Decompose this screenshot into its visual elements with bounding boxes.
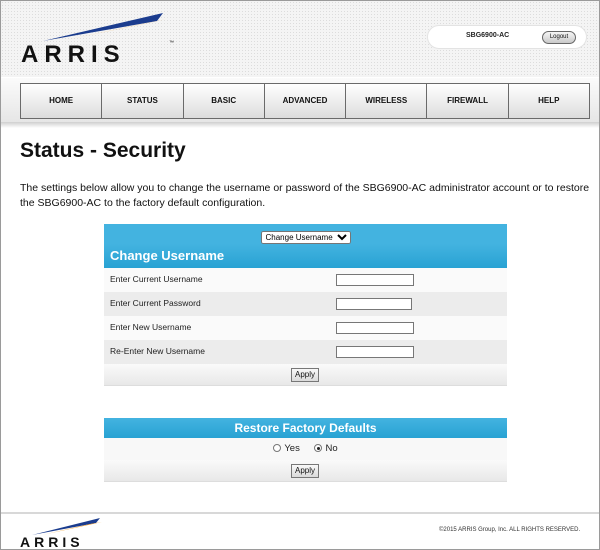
restore-defaults-panel: Restore Factory Defaults Yes No Apply <box>104 418 507 482</box>
logout-button[interactable]: Logout <box>542 31 576 44</box>
header: ARRIS ™ SBG6900-AC Logout <box>1 1 599 77</box>
restore-yes-radio[interactable] <box>273 444 282 452</box>
page-frame: ARRIS ™ SBG6900-AC Logout HOME STATUS BA… <box>0 0 600 550</box>
logo-wordmark: ARRIS <box>21 41 126 68</box>
form-row: Enter Current Username <box>104 268 507 292</box>
current-password-input[interactable] <box>336 298 412 310</box>
form-row: Enter Current Password <box>104 292 507 316</box>
footer-wordmark: ARRIS <box>20 534 84 550</box>
nav-divider <box>1 122 599 128</box>
current-username-label: Enter Current Username <box>110 274 203 284</box>
apply-username-button[interactable]: Apply <box>291 368 319 382</box>
arris-logo[interactable]: ARRIS ™ <box>21 11 181 71</box>
reenter-username-input[interactable] <box>336 346 414 358</box>
nav-item-advanced[interactable]: ADVANCED <box>263 84 345 118</box>
logo-trademark: ™ <box>169 40 174 46</box>
footer-logo: ARRIS <box>20 517 110 549</box>
page-title: Status - Security <box>20 139 186 162</box>
restore-defaults-heading: Restore Factory Defaults <box>104 418 507 438</box>
current-password-label: Enter Current Password <box>110 298 201 308</box>
nav-item-status[interactable]: STATUS <box>101 84 182 118</box>
restore-no-label: No <box>325 443 338 454</box>
copyright-text: ©2015 ARRIS Group, Inc. ALL RIGHTS RESER… <box>439 527 581 533</box>
nav-item-firewall[interactable]: FIREWALL <box>426 84 507 118</box>
restore-no-radio[interactable] <box>314 444 323 452</box>
nav-item-basic[interactable]: BASIC <box>182 84 264 118</box>
change-username-heading: Change Username <box>104 244 507 268</box>
apply-row: Apply <box>104 364 507 386</box>
nav-item-help[interactable]: HELP <box>507 84 589 118</box>
new-username-input[interactable] <box>336 322 414 334</box>
nav-bar: HOME STATUS BASIC ADVANCED WIRELESS FIRE… <box>20 83 590 119</box>
current-username-input[interactable] <box>336 274 414 286</box>
main-nav: HOME STATUS BASIC ADVANCED WIRELESS FIRE… <box>1 78 599 122</box>
restore-yes-label: Yes <box>284 443 300 454</box>
apply-restore-button[interactable]: Apply <box>291 464 319 478</box>
mode-select[interactable]: Change Username <box>260 231 351 244</box>
intro-text: The settings below allow you to change t… <box>20 182 590 209</box>
footer: ARRIS ©2015 ARRIS Group, Inc. ALL RIGHTS… <box>1 514 599 549</box>
form-row: Re-Enter New Username <box>104 340 507 364</box>
change-username-panel: Change Username Change Username Enter Cu… <box>104 224 507 386</box>
reenter-username-label: Re-Enter New Username <box>110 346 205 356</box>
apply-row: Apply <box>104 460 507 482</box>
form-row: Enter New Username <box>104 316 507 340</box>
model-badge: SBG6900-AC Logout <box>427 25 587 49</box>
nav-item-home[interactable]: HOME <box>21 84 101 118</box>
nav-item-wireless[interactable]: WIRELESS <box>345 84 426 118</box>
mode-select-row: Change Username <box>104 224 507 244</box>
new-username-label: Enter New Username <box>110 322 192 332</box>
model-name: SBG6900-AC <box>466 32 510 39</box>
restore-options-row: Yes No <box>104 438 507 460</box>
arris-swoosh-icon <box>43 13 167 41</box>
